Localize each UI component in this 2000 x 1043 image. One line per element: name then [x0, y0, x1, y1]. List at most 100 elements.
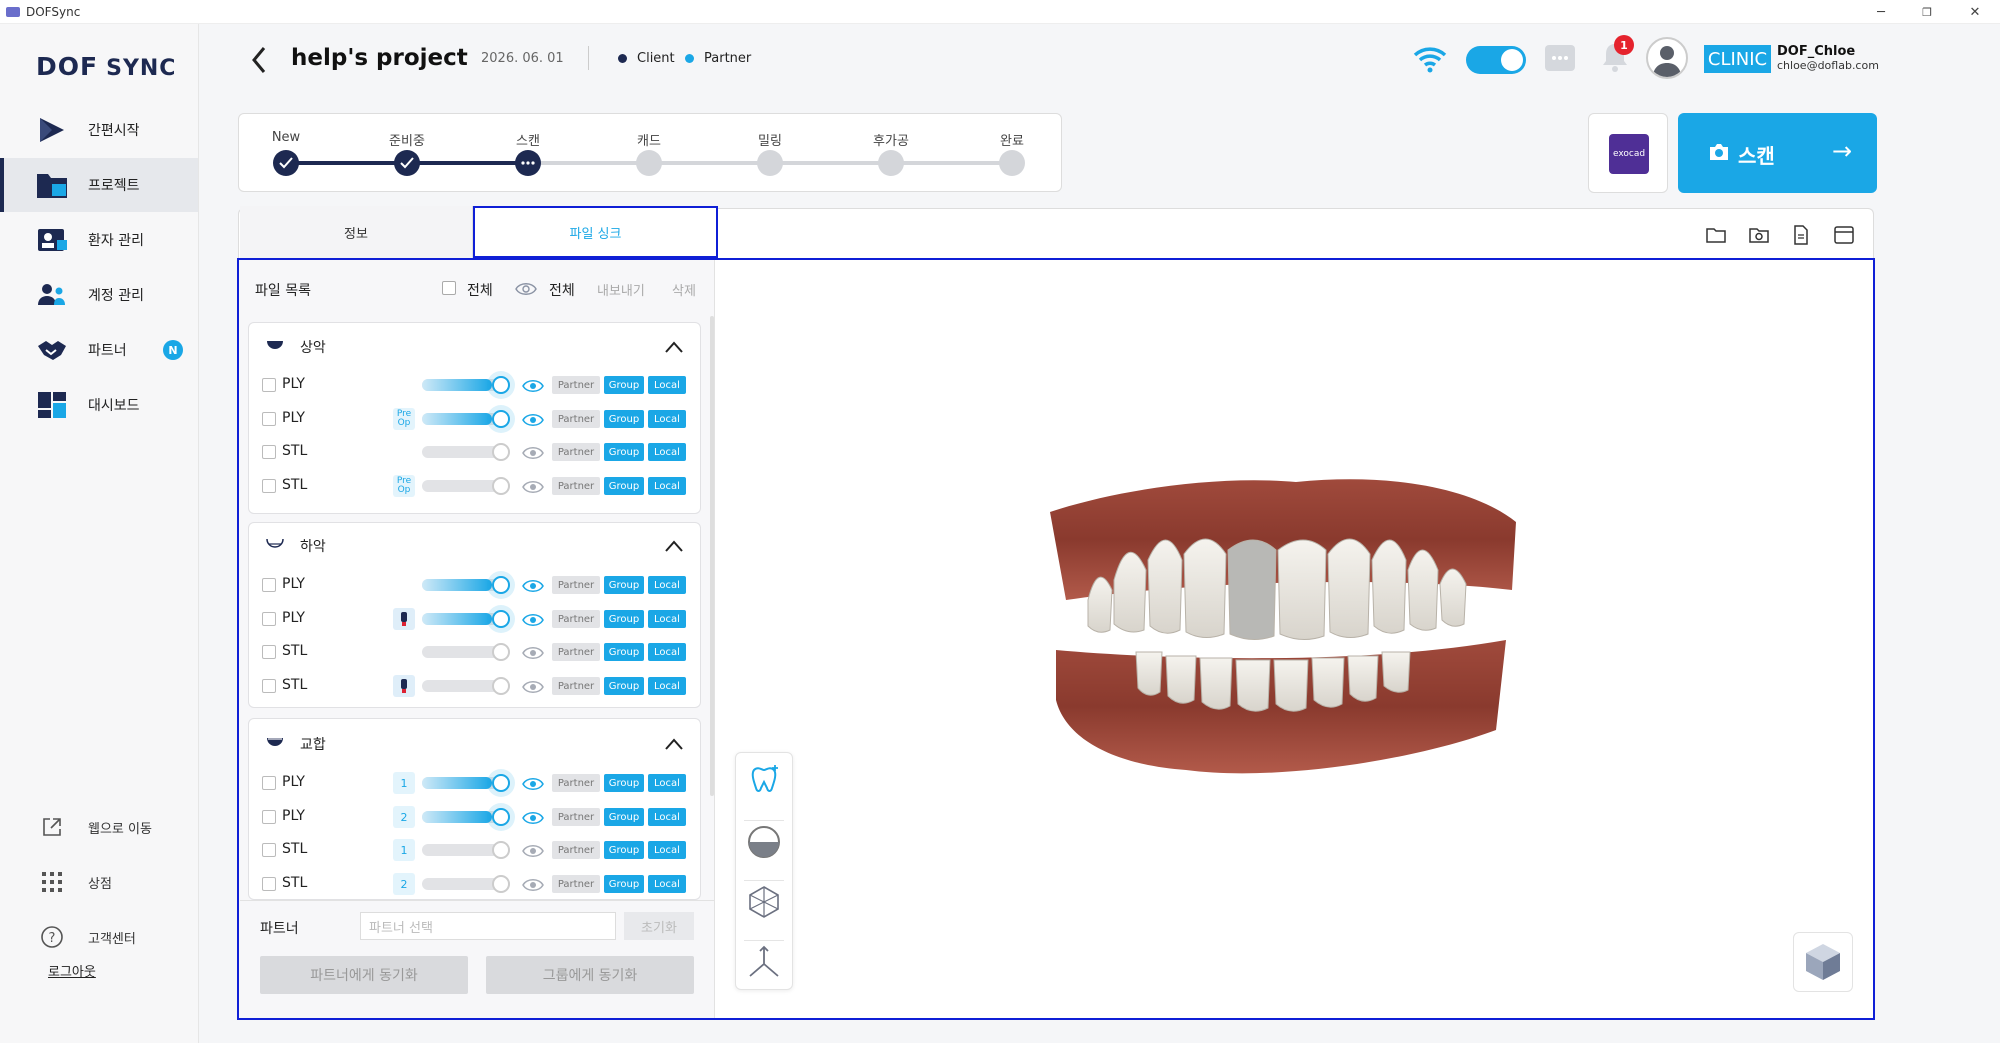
file-checkbox[interactable]: [262, 378, 276, 392]
file-checkbox[interactable]: [262, 843, 276, 857]
slider-thumb[interactable]: [492, 376, 510, 394]
sidebar-item-projects[interactable]: 프로젝트: [0, 158, 198, 212]
file-checkbox[interactable]: [262, 776, 276, 790]
group-chip[interactable]: Group: [604, 677, 644, 695]
group-chip[interactable]: Group: [604, 376, 644, 394]
partner-chip[interactable]: Partner: [552, 841, 600, 859]
local-chip[interactable]: Local: [648, 677, 686, 695]
partner-chip[interactable]: Partner: [552, 477, 600, 495]
partner-select[interactable]: 파트너 선택: [360, 912, 616, 940]
tooth-sparkle-icon[interactable]: [746, 762, 782, 798]
opacity-slider[interactable]: [422, 576, 510, 594]
partner-chip[interactable]: Partner: [552, 610, 600, 628]
local-chip[interactable]: Local: [648, 443, 686, 461]
opacity-slider[interactable]: [422, 477, 510, 495]
exocad-button[interactable]: exocad: [1588, 113, 1668, 193]
visibility-eye-icon[interactable]: [522, 479, 544, 493]
delete-button[interactable]: 삭제: [672, 280, 696, 299]
opacity-slider[interactable]: [422, 643, 510, 661]
web-link[interactable]: 웹으로 이동: [40, 815, 152, 839]
slider-thumb[interactable]: [492, 875, 510, 893]
file-checkbox[interactable]: [262, 877, 276, 891]
partner-chip[interactable]: Partner: [552, 410, 600, 428]
logout-link[interactable]: 로그아웃: [48, 961, 96, 980]
slider-thumb[interactable]: [492, 576, 510, 594]
group-chip[interactable]: Group: [604, 477, 644, 495]
group-chip[interactable]: Group: [604, 875, 644, 893]
chevron-up-icon[interactable]: [664, 539, 684, 553]
local-chip[interactable]: Local: [648, 774, 686, 792]
slider-thumb[interactable]: [492, 610, 510, 628]
partner-chip[interactable]: Partner: [552, 443, 600, 461]
opacity-slider[interactable]: [422, 841, 510, 859]
slider-thumb[interactable]: [492, 808, 510, 826]
group-chip[interactable]: Group: [604, 576, 644, 594]
group-chip[interactable]: Group: [604, 410, 644, 428]
visibility-eye-icon[interactable]: [522, 612, 544, 626]
group-chip[interactable]: Group: [604, 774, 644, 792]
opacity-slider[interactable]: [422, 376, 510, 394]
opacity-slider[interactable]: [422, 808, 510, 826]
partner-chip[interactable]: Partner: [552, 774, 600, 792]
visibility-eye-icon[interactable]: [522, 679, 544, 693]
visibility-eye-icon[interactable]: [522, 810, 544, 824]
maximize-button[interactable]: ❐: [1904, 0, 1950, 24]
group-chip[interactable]: Group: [604, 443, 644, 461]
sidebar-item-accounts[interactable]: 계정 관리: [0, 268, 198, 322]
minimize-button[interactable]: ─: [1858, 0, 1904, 24]
select-all-checkbox[interactable]: [442, 281, 456, 295]
local-chip[interactable]: Local: [648, 808, 686, 826]
tab-info[interactable]: 정보: [240, 206, 473, 258]
group-chip[interactable]: Group: [604, 841, 644, 859]
wireframe-icon[interactable]: [746, 884, 782, 920]
eye-icon[interactable]: [515, 281, 537, 295]
opacity-slider[interactable]: [422, 677, 510, 695]
opacity-slider[interactable]: [422, 610, 510, 628]
local-chip[interactable]: Local: [648, 610, 686, 628]
folder-open-icon[interactable]: [1705, 224, 1727, 246]
visibility-eye-icon[interactable]: [522, 645, 544, 659]
partner-chip[interactable]: Partner: [552, 643, 600, 661]
local-chip[interactable]: Local: [648, 477, 686, 495]
sync-toggle[interactable]: [1466, 46, 1526, 74]
reset-button[interactable]: 초기화: [624, 912, 694, 940]
export-button[interactable]: 내보내기: [597, 280, 645, 299]
slider-thumb[interactable]: [492, 443, 510, 461]
sync-to-group-button[interactable]: 그룹에게 동기화: [486, 956, 694, 994]
partner-chip[interactable]: Partner: [552, 875, 600, 893]
opacity-slider[interactable]: [422, 410, 510, 428]
sidebar-item-partners[interactable]: 파트너 N: [0, 323, 198, 377]
slider-thumb[interactable]: [492, 410, 510, 428]
slider-thumb[interactable]: [492, 477, 510, 495]
chevron-up-icon[interactable]: [664, 737, 684, 751]
chat-icon[interactable]: [1545, 45, 1575, 71]
file-checkbox[interactable]: [262, 578, 276, 592]
group-chip[interactable]: Group: [604, 610, 644, 628]
axis-icon[interactable]: [746, 944, 782, 980]
chevron-up-icon[interactable]: [664, 340, 684, 354]
avatar[interactable]: [1646, 37, 1688, 79]
visibility-eye-icon[interactable]: [522, 843, 544, 857]
scrollbar[interactable]: [710, 316, 714, 796]
view-cube-icon[interactable]: [1793, 932, 1853, 992]
opacity-slider[interactable]: [422, 875, 510, 893]
local-chip[interactable]: Local: [648, 410, 686, 428]
3d-viewer[interactable]: [716, 260, 1873, 1018]
half-sphere-icon[interactable]: [746, 824, 782, 860]
local-chip[interactable]: Local: [648, 376, 686, 394]
sidebar-item-patients[interactable]: 환자 관리: [0, 213, 198, 267]
opacity-slider[interactable]: [422, 774, 510, 792]
visibility-eye-icon[interactable]: [522, 578, 544, 592]
slider-thumb[interactable]: [492, 677, 510, 695]
local-chip[interactable]: Local: [648, 576, 686, 594]
document-icon[interactable]: [1790, 224, 1812, 246]
file-checkbox[interactable]: [262, 645, 276, 659]
window-icon[interactable]: [1833, 224, 1855, 246]
group-chip[interactable]: Group: [604, 643, 644, 661]
sync-to-partner-button[interactable]: 파트너에게 동기화: [260, 956, 468, 994]
file-checkbox[interactable]: [262, 445, 276, 459]
local-chip[interactable]: Local: [648, 841, 686, 859]
group-chip[interactable]: Group: [604, 808, 644, 826]
visibility-eye-icon[interactable]: [522, 378, 544, 392]
partner-chip[interactable]: Partner: [552, 808, 600, 826]
